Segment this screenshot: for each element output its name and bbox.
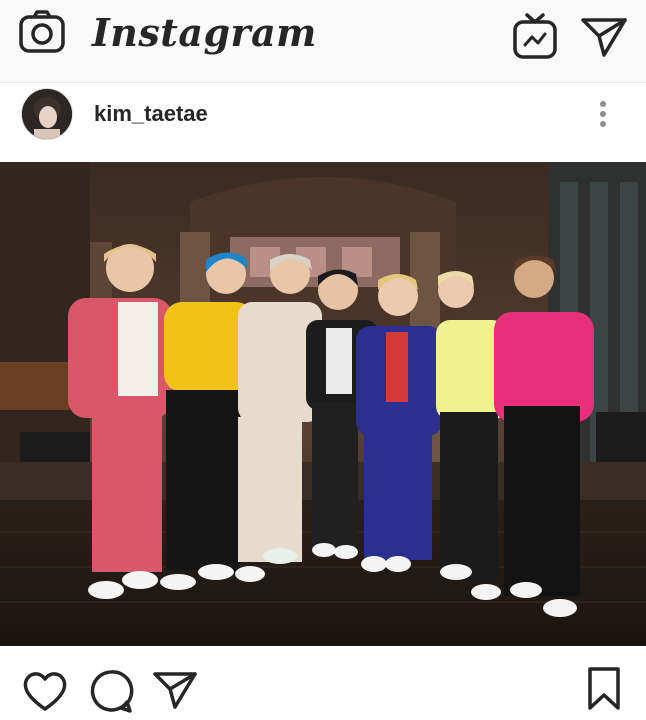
post-action-bar [0,646,646,720]
igtv-icon[interactable] [512,12,558,60]
heart-icon[interactable] [22,670,68,712]
post-header: kim_taetae [0,83,646,162]
more-vertical-icon[interactable] [592,99,614,129]
photo-image [0,162,646,646]
avatar-image [22,89,72,139]
post-username[interactable]: kim_taetae [94,101,208,127]
direct-send-icon[interactable] [580,16,628,58]
share-icon[interactable] [152,670,198,710]
comment-icon[interactable] [88,668,134,714]
instagram-logo[interactable]: Instagram [92,8,317,58]
bookmark-icon[interactable] [586,666,622,712]
top-navigation-bar: Instagram [0,0,646,83]
avatar[interactable] [22,89,72,139]
camera-icon[interactable] [18,10,66,54]
post-photo[interactable] [0,162,646,646]
